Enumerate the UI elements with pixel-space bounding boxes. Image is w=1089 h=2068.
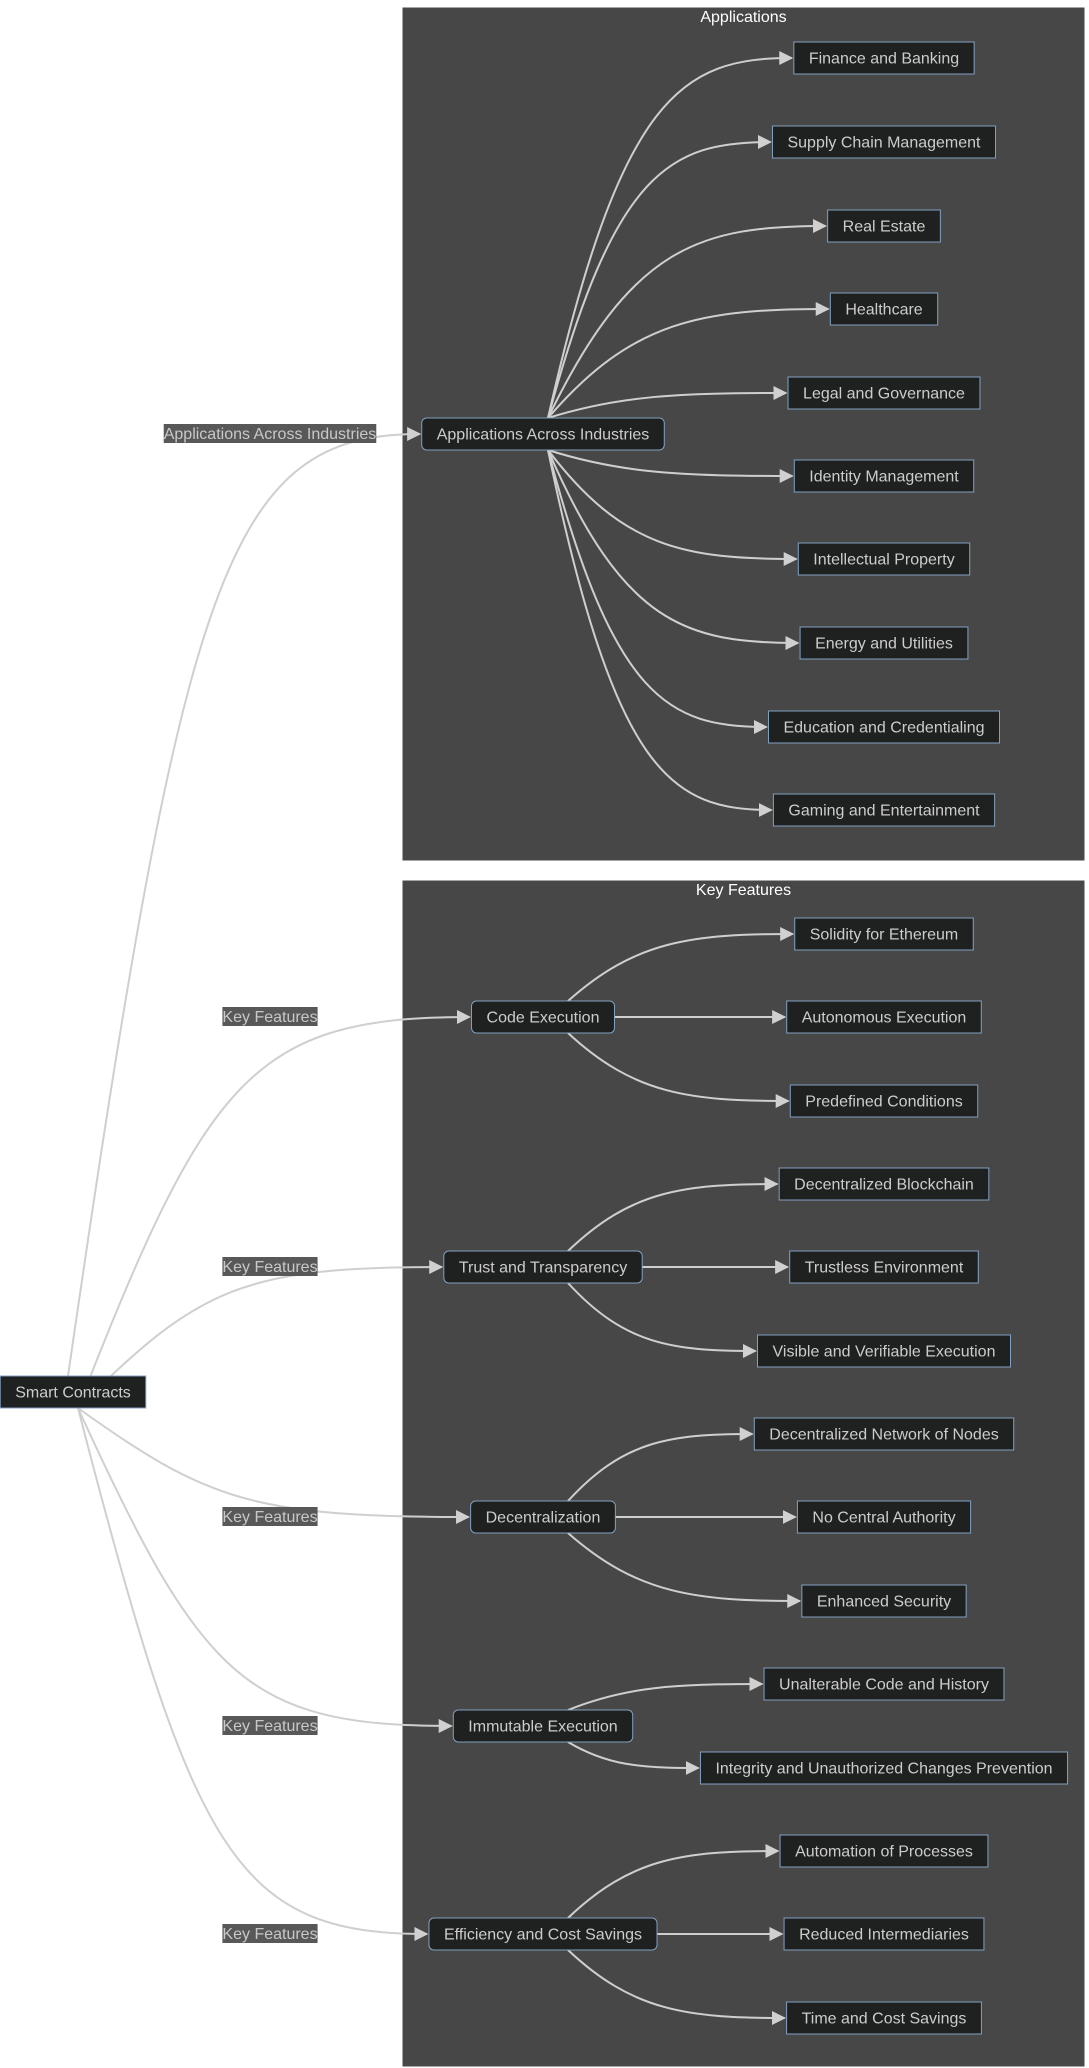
hub-node-feature[interactable]: Decentralization	[470, 1500, 616, 1534]
node-label: Efficiency and Cost Savings	[444, 1927, 642, 1944]
feature-item-node[interactable]: Integrity and Unauthorized Changes Preve…	[699, 1751, 1069, 1785]
hub-node-feature[interactable]: Code Execution	[471, 1000, 615, 1034]
edge-root-feature	[77, 1407, 453, 1733]
edge-root-applications	[67, 427, 422, 1377]
cluster-title: Applications	[700, 9, 786, 26]
feature-item-node[interactable]: Decentralized Blockchain	[778, 1167, 990, 1201]
node-label: Immutable Execution	[468, 1719, 617, 1736]
node-label: Time and Cost Savings	[802, 2011, 967, 2028]
feature-item-node[interactable]: Time and Cost Savings	[786, 2001, 982, 2035]
feature-item-node[interactable]: Visible and Verifiable Execution	[757, 1334, 1011, 1368]
node-label: Identity Management	[809, 469, 959, 486]
node-label: Decentralized Network of Nodes	[769, 1427, 998, 1444]
node-label: Decentralization	[486, 1510, 601, 1527]
node-label: Smart Contracts	[15, 1385, 131, 1402]
app-node[interactable]: Energy and Utilities	[799, 626, 969, 660]
node-label: Legal and Governance	[803, 386, 965, 403]
node-label: Code Execution	[487, 1010, 600, 1027]
hub-node-applications[interactable]: Applications Across Industries	[421, 417, 665, 451]
node-label: Education and Credentialing	[783, 720, 984, 737]
cluster-title: Key Features	[696, 882, 791, 899]
feature-item-node[interactable]: No Central Authority	[796, 1500, 972, 1534]
edge-label: Applications Across Industries	[164, 426, 377, 443]
node-label: Energy and Utilities	[815, 636, 953, 653]
node-label: Predefined Conditions	[805, 1094, 962, 1111]
app-node[interactable]: Legal and Governance	[787, 376, 981, 410]
node-label: Integrity and Unauthorized Changes Preve…	[715, 1761, 1052, 1778]
app-node[interactable]: Identity Management	[793, 459, 975, 493]
node-label: Trustless Environment	[805, 1260, 964, 1277]
node-label: Real Estate	[843, 219, 926, 236]
app-node[interactable]: Supply Chain Management	[771, 125, 997, 159]
edge-label: Key Features	[222, 1718, 317, 1735]
node-label: Reduced Intermediaries	[799, 1927, 969, 1944]
node-label: Decentralized Blockchain	[794, 1177, 974, 1194]
node-label: Solidity for Ethereum	[810, 927, 959, 944]
hub-node-feature[interactable]: Efficiency and Cost Savings	[428, 1917, 658, 1951]
node-label: Enhanced Security	[817, 1594, 951, 1611]
app-node[interactable]: Education and Credentialing	[767, 710, 1001, 744]
cluster-key-features	[402, 880, 1085, 2067]
edge-label: Key Features	[222, 1009, 317, 1026]
edge-label: Key Features	[222, 1259, 317, 1276]
node-label: Gaming and Entertainment	[788, 803, 980, 820]
feature-item-node[interactable]: Reduced Intermediaries	[783, 1917, 985, 1951]
hub-node-feature[interactable]: Trust and Transparency	[443, 1250, 643, 1284]
node-label: Intellectual Property	[813, 552, 954, 569]
app-node[interactable]: Real Estate	[827, 209, 941, 243]
hub-node-feature[interactable]: Immutable Execution	[452, 1709, 634, 1743]
root-node-smart-contracts[interactable]: Smart Contracts	[0, 1375, 147, 1409]
node-label: Finance and Banking	[809, 51, 959, 68]
node-label: Healthcare	[845, 302, 922, 319]
feature-item-node[interactable]: Trustless Environment	[789, 1250, 979, 1284]
app-node[interactable]: Healthcare	[829, 292, 939, 326]
mindmap-diagram: Applications Key Features Applications Ac…	[0, 7, 1085, 2067]
feature-item-node[interactable]: Predefined Conditions	[789, 1084, 979, 1118]
feature-item-node[interactable]: Automation of Processes	[779, 1834, 989, 1868]
feature-item-node[interactable]: Solidity for Ethereum	[794, 917, 974, 951]
app-node[interactable]: Finance and Banking	[793, 41, 975, 75]
node-label: Autonomous Execution	[802, 1010, 967, 1027]
feature-item-node[interactable]: Unalterable Code and History	[763, 1667, 1005, 1701]
edge-root-feature	[77, 1407, 429, 1941]
node-label: Unalterable Code and History	[779, 1677, 989, 1694]
app-node[interactable]: Intellectual Property	[797, 542, 971, 576]
feature-item-node[interactable]: Autonomous Execution	[786, 1000, 982, 1034]
node-label: Automation of Processes	[795, 1844, 973, 1861]
node-label: No Central Authority	[812, 1510, 955, 1527]
node-label: Applications Across Industries	[437, 427, 650, 444]
node-label: Visible and Verifiable Execution	[773, 1344, 996, 1361]
node-label: Supply Chain Management	[787, 135, 981, 152]
edge-label: Key Features	[222, 1926, 317, 1943]
node-label: Trust and Transparency	[459, 1260, 627, 1277]
app-node[interactable]: Gaming and Entertainment	[772, 793, 996, 827]
feature-item-node[interactable]: Enhanced Security	[801, 1584, 967, 1618]
feature-item-node[interactable]: Decentralized Network of Nodes	[753, 1417, 1015, 1451]
edge-label: Key Features	[222, 1509, 317, 1526]
